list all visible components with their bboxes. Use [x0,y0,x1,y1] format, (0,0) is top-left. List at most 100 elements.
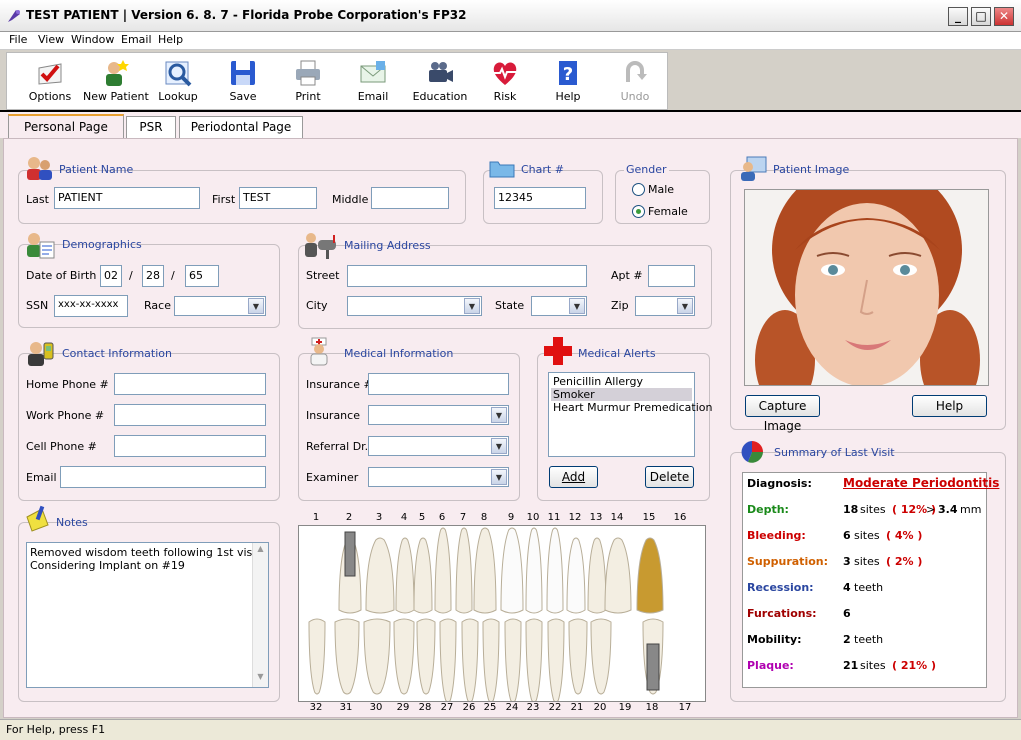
dob-month-input[interactable]: 02 [100,265,122,287]
chevron-down-icon[interactable]: ▼ [491,438,507,454]
image-help-button[interactable]: Help [912,395,987,417]
work-phone-input[interactable] [114,404,266,426]
scroll-down-icon[interactable]: ▼ [254,672,267,685]
options-button[interactable]: Options [19,55,81,109]
education-button[interactable]: Education [409,55,471,109]
lower-tooth[interactable] [590,618,612,695]
chevron-down-icon[interactable]: ▼ [491,469,507,485]
lower-tooth[interactable] [568,618,588,695]
chevron-down-icon[interactable]: ▼ [248,298,264,314]
lower-tooth[interactable] [439,618,457,703]
list-item[interactable]: Heart Murmur Premedication [551,401,712,414]
lower-tooth[interactable] [461,618,479,703]
state-label: State [495,299,525,312]
dental-chart-teeth[interactable] [299,526,705,703]
chart-number-input[interactable]: 12345 [494,187,586,209]
chevron-down-icon[interactable]: ▼ [491,407,507,423]
upper-tooth[interactable] [636,537,664,614]
capture-image-button[interactable]: Capture Image [745,395,820,433]
lower-tooth[interactable] [525,618,543,703]
tab-periodontal-page[interactable]: Periodontal Page [179,116,303,138]
help-button[interactable]: ? Help [537,55,599,109]
undo-button[interactable]: Undo [604,55,666,109]
medical-alerts-list[interactable]: Penicillin Allergy Smoker Heart Murmur P… [548,372,712,457]
lower-tooth[interactable] [416,618,436,695]
city-select[interactable]: ▼ [347,296,482,316]
notes-textarea[interactable]: Removed wisdom teeth following 1st visit… [26,542,269,688]
gender-female-radio[interactable] [632,205,645,218]
chevron-down-icon[interactable]: ▼ [569,298,585,314]
lower-tooth-numbers: 32 31 30 29 28 27 26 25 24 23 22 21 20 19 18 17 [298,702,706,716]
insurance-select[interactable]: ▼ [368,405,509,425]
ssn-input[interactable]: xxx-xx-xxxx [54,295,128,317]
menu-email[interactable]: Email [121,33,152,46]
lower-tooth[interactable] [308,618,326,695]
tab-psr[interactable]: PSR [126,116,176,138]
upper-tooth[interactable] [587,537,607,614]
state-select[interactable]: ▼ [531,296,587,316]
home-phone-input[interactable] [114,373,266,395]
chevron-down-icon[interactable]: ▼ [677,298,693,314]
cell-phone-input[interactable] [114,435,266,457]
street-input[interactable] [347,265,587,287]
lower-tooth[interactable] [363,618,391,695]
suppuration-count: 3 [843,555,851,568]
gender-title: Gender [624,163,669,176]
implant-tooth-18[interactable] [646,643,660,691]
menu-view[interactable]: View [38,33,64,46]
dental-chart[interactable] [298,525,706,703]
upper-tooth[interactable] [525,527,543,614]
lookup-button[interactable]: Lookup [147,55,209,109]
gender-male-radio[interactable] [632,183,645,196]
lower-tooth[interactable] [393,618,415,695]
implant-tooth-2[interactable] [344,531,356,577]
upper-tooth[interactable] [546,527,564,614]
maximize-button[interactable]: □ [971,7,991,26]
lower-tooth[interactable] [504,618,522,703]
middle-name-input[interactable] [371,187,449,209]
upper-tooth[interactable] [566,537,586,614]
tooth-number: 15 [642,512,656,523]
upper-tooth[interactable] [455,527,473,614]
lower-tooth[interactable] [547,618,565,703]
print-button[interactable]: Print [277,55,339,109]
upper-tooth[interactable] [604,537,632,614]
upper-tooth[interactable] [413,537,433,614]
list-item[interactable]: Smoker [551,388,692,401]
menu-file[interactable]: File [9,33,27,46]
save-button[interactable]: Save [212,55,274,109]
new-patient-button[interactable]: New Patient [83,55,149,109]
dob-year-input[interactable]: 65 [185,265,219,287]
scroll-up-icon[interactable]: ▲ [254,544,267,557]
list-item[interactable]: Penicillin Allergy [551,375,692,388]
lower-tooth[interactable] [482,618,500,703]
risk-button[interactable]: Risk [474,55,536,109]
upper-tooth[interactable] [365,537,395,614]
dob-day-input[interactable]: 28 [142,265,164,287]
menu-window[interactable]: Window [71,33,114,46]
lower-tooth[interactable] [334,618,360,695]
chevron-down-icon[interactable]: ▼ [464,298,480,314]
menu-help[interactable]: Help [158,33,183,46]
notes-scrollbar[interactable]: ▲ ▼ [252,543,268,687]
zip-select[interactable]: ▼ [635,296,695,316]
tab-personal-page[interactable]: Personal Page [8,114,124,139]
email-input[interactable] [60,466,266,488]
referral-dr-select[interactable]: ▼ [368,436,509,456]
mailing-address-title: Mailing Address [344,239,431,252]
insurance-number-input[interactable] [368,373,509,395]
apt-input[interactable] [648,265,695,287]
last-name-input[interactable]: PATIENT [54,187,200,209]
email-button[interactable]: Email [342,55,404,109]
close-button[interactable]: ✕ [994,7,1014,26]
first-name-input[interactable]: TEST [239,187,317,209]
race-select[interactable]: ▼ [174,296,266,316]
upper-tooth[interactable] [395,537,415,614]
upper-tooth[interactable] [434,527,452,614]
examiner-select[interactable]: ▼ [368,467,509,487]
minimize-button[interactable]: _ [948,7,968,26]
add-alert-button[interactable]: Add [549,466,598,488]
delete-alert-button[interactable]: Delete [645,466,694,488]
upper-tooth[interactable] [473,527,497,614]
upper-tooth[interactable] [500,527,524,614]
